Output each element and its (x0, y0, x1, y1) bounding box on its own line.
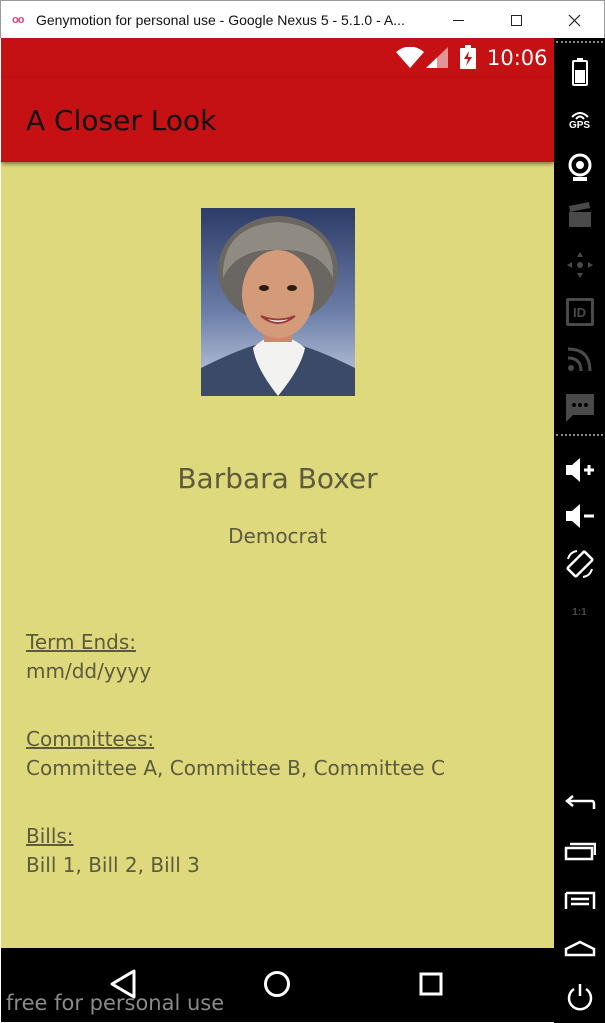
window-title: Genymotion for personal use - Google Nex… (36, 11, 405, 28)
gps-tool[interactable]: GPS (554, 106, 605, 134)
portrait-image (201, 216, 355, 396)
toolbar-divider (556, 41, 603, 43)
recent-apps-icon (564, 842, 596, 861)
genymotion-toolbar: GPS ID 1:1 (554, 38, 605, 1023)
gps-icon (570, 112, 589, 120)
battery-tool[interactable] (554, 56, 605, 88)
bills-label: Bills: (26, 824, 74, 848)
home-icon[interactable] (263, 970, 291, 998)
senator-name: Barbara Boxer (177, 462, 378, 495)
committees-value: Committee A, Committee B, Committee C (26, 756, 445, 780)
app-title: A Closer Look (26, 104, 217, 137)
webcam-tool[interactable] (554, 152, 605, 184)
volume-up-tool[interactable] (554, 454, 605, 486)
menu-tool[interactable] (554, 888, 605, 914)
committees-label: Committees: (26, 727, 155, 751)
minimize-button[interactable] (435, 1, 481, 39)
power-tool[interactable] (554, 980, 605, 1014)
app-bar: A Closer Look (1, 78, 554, 162)
portrait-photo (201, 208, 355, 396)
rotate-icon (565, 550, 594, 578)
minimize-icon (452, 19, 464, 21)
battery-charging-icon (460, 45, 476, 69)
device-id-label: ID (573, 304, 586, 320)
screencast-tool[interactable] (554, 200, 605, 230)
device-id-icon: ID (565, 298, 594, 326)
term-ends-value: mm/dd/yyyy (26, 659, 152, 683)
volume-down-icon (565, 504, 594, 528)
battery-icon (571, 58, 588, 86)
maximize-button[interactable] (493, 1, 539, 39)
volume-down-tool[interactable] (554, 500, 605, 532)
maximize-icon (510, 14, 522, 26)
recents-icon[interactable] (419, 972, 443, 996)
genymotion-logo-icon: oo (12, 13, 24, 26)
pixel-perfect-label: 1:1 (572, 606, 587, 618)
personal-use-watermark: free for personal use (6, 991, 225, 1015)
webcam-icon (568, 153, 591, 181)
rotate-tool[interactable] (554, 548, 605, 580)
gps-label: GPS (568, 120, 591, 131)
sms-icon (565, 394, 594, 422)
party-affiliation: Democrat (228, 524, 327, 548)
android-back-tool[interactable] (554, 790, 605, 816)
move-tool[interactable] (554, 250, 605, 280)
home-icon (564, 940, 595, 957)
term-ends-label: Term Ends: (26, 630, 136, 654)
menu-icon (564, 891, 595, 909)
device-screen: 10:06 A Closer Look Barbara Boxer Democr… (1, 38, 554, 1022)
close-button[interactable] (551, 1, 597, 39)
recent-apps-tool[interactable] (554, 838, 605, 864)
wifi-icon (396, 47, 424, 68)
volume-up-icon (565, 458, 594, 482)
window-title-bar: oo Genymotion for personal use - Google … (0, 0, 605, 38)
home-tool[interactable] (554, 936, 605, 962)
signal-icon (426, 47, 448, 68)
toolbar-divider (556, 434, 603, 436)
profile-content: Barbara Boxer Democrat Term Ends: mm/dd/… (1, 162, 554, 948)
back-icon (564, 795, 595, 809)
move-icon (566, 252, 593, 278)
screencast-icon (568, 202, 591, 227)
close-icon (568, 14, 580, 26)
bills-value: Bill 1, Bill 2, Bill 3 (26, 853, 200, 877)
pixel-perfect-icon: 1:1 (565, 597, 595, 627)
power-icon (567, 984, 592, 1011)
sms-tool[interactable] (554, 392, 605, 424)
pixel-perfect-tool[interactable]: 1:1 (554, 596, 605, 628)
rss-icon (567, 347, 591, 372)
device-id-tool[interactable]: ID (554, 296, 605, 328)
rss-tool[interactable] (554, 344, 605, 374)
status-time: 10:06 (487, 46, 548, 70)
status-bar: 10:06 (1, 38, 554, 78)
